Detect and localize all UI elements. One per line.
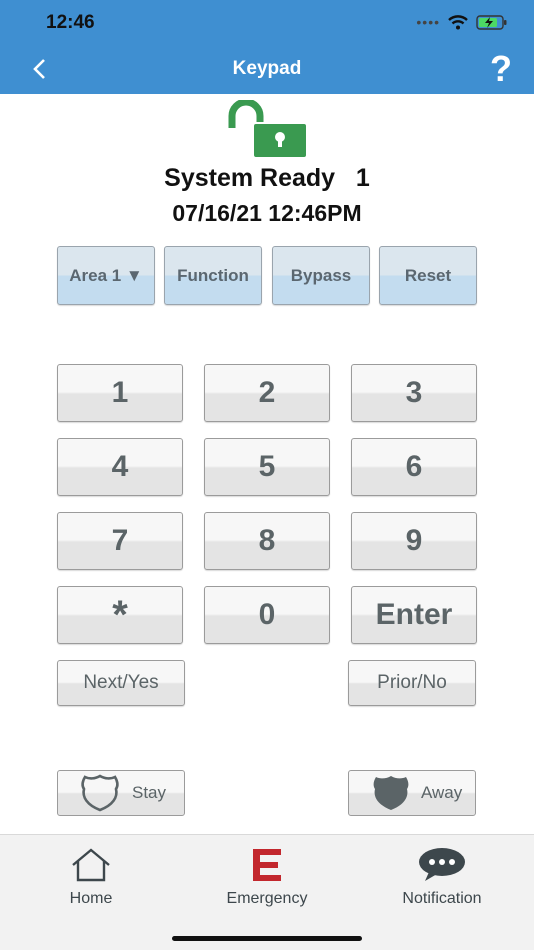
reset-button[interactable]: Reset bbox=[379, 246, 477, 305]
cellular-icon: •••• bbox=[416, 14, 440, 30]
panel-datetime: 07/16/21 12:46PM bbox=[172, 200, 362, 226]
system-status-text: System Ready 1 bbox=[164, 164, 370, 192]
wifi-icon bbox=[448, 14, 468, 29]
key-1[interactable]: 1 bbox=[57, 364, 183, 422]
key-0[interactable]: 0 bbox=[204, 586, 330, 644]
key-3[interactable]: 3 bbox=[351, 364, 477, 422]
key-4[interactable]: 4 bbox=[57, 438, 183, 496]
tab-bar: Home Emergency Notification bbox=[0, 834, 534, 950]
home-indicator bbox=[172, 936, 362, 941]
key-8[interactable]: 8 bbox=[204, 512, 330, 570]
key-9[interactable]: 9 bbox=[351, 512, 477, 570]
emergency-e-icon bbox=[253, 849, 281, 881]
unlocked-padlock-icon bbox=[228, 100, 306, 157]
help-button[interactable]: ? bbox=[490, 48, 512, 90]
area-select-button[interactable]: Area 1 ▼ bbox=[57, 246, 155, 305]
key-7[interactable]: 7 bbox=[57, 512, 183, 570]
home-icon bbox=[72, 848, 110, 882]
key-2[interactable]: 2 bbox=[204, 364, 330, 422]
page-title: Keypad bbox=[232, 58, 302, 79]
stay-label: Stay bbox=[132, 783, 167, 802]
tab-notification[interactable]: Notification bbox=[372, 847, 512, 908]
tab-notification-label: Notification bbox=[402, 890, 482, 907]
shield-outline-icon bbox=[81, 774, 119, 812]
tab-emergency-label: Emergency bbox=[226, 890, 308, 907]
tab-home[interactable]: Home bbox=[21, 847, 161, 908]
key-5[interactable]: 5 bbox=[204, 438, 330, 496]
enter-key[interactable]: Enter bbox=[351, 586, 477, 644]
status-icons: •••• bbox=[416, 14, 508, 30]
away-label: Away bbox=[421, 783, 463, 802]
tab-home-label: Home bbox=[69, 890, 113, 907]
battery-icon bbox=[476, 14, 507, 30]
prior-no-button[interactable]: Prior/No bbox=[348, 660, 476, 706]
key-6[interactable]: 6 bbox=[351, 438, 477, 496]
tab-emergency[interactable]: Emergency bbox=[197, 847, 337, 908]
next-yes-button[interactable]: Next/Yes bbox=[57, 660, 185, 706]
app-header: 12:46 •••• Keypad ? bbox=[0, 0, 534, 94]
status-time: 12:46 bbox=[46, 12, 95, 33]
bypass-button[interactable]: Bypass bbox=[272, 246, 370, 305]
function-button[interactable]: Function bbox=[164, 246, 262, 305]
stay-button[interactable]: Stay bbox=[57, 770, 185, 816]
chat-bubble-icon bbox=[419, 848, 465, 881]
shield-filled-icon bbox=[373, 776, 409, 810]
away-button[interactable]: Away bbox=[348, 770, 476, 816]
key-star[interactable]: * bbox=[57, 586, 183, 644]
